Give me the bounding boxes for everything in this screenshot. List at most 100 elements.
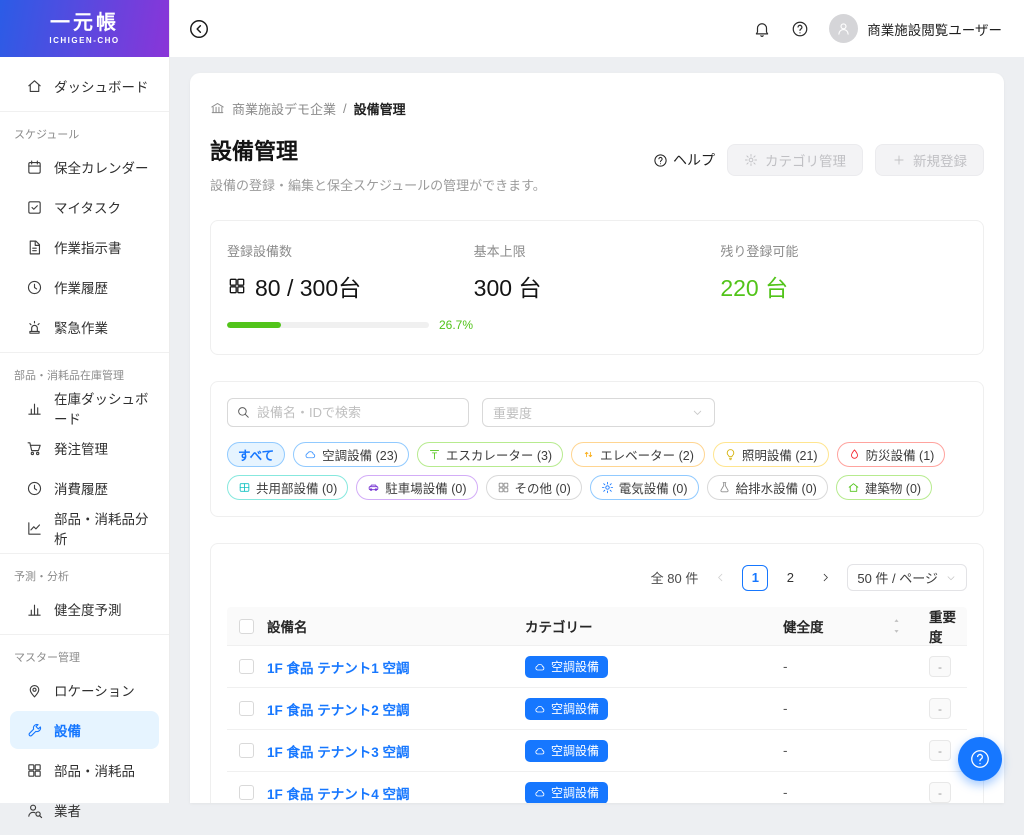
column-importance: 重要度 [915,606,967,646]
prev-page-button[interactable] [707,565,733,591]
app-title: 一元帳 [50,12,119,34]
row-checkbox[interactable] [239,701,254,716]
sidebar-item-equipment[interactable]: 設備 [10,711,159,749]
siren-icon [26,319,43,336]
sidebar-item-parts-analysis[interactable]: 部品・消耗品分析 [10,509,159,547]
app-subtitle: ICHIGEN-CHO [49,36,119,45]
page-size-select[interactable]: 50 件 / ページ [847,564,967,591]
sidebar-item-order-management[interactable]: 発注管理 [10,429,159,467]
row-checkbox[interactable] [239,743,254,758]
equipment-link[interactable]: 1F 食品 テナント1 空調 [267,661,410,676]
sidebar-item-location[interactable]: ロケーション [10,671,159,709]
equipment-table-panel: 全 80 件 12 50 件 / ページ 設備名 カテゴリー 健全度 [210,543,984,803]
breadcrumb-root[interactable]: 商業施設デモ企業 [232,99,336,118]
filter-chip-building[interactable]: 建築物 (0) [836,475,932,500]
row-checkbox[interactable] [239,785,254,800]
sidebar-item-consumption-history[interactable]: 消費履歴 [10,469,159,507]
column-health[interactable]: 健全度 [783,616,915,636]
topbar: 商業施設閲覧ユーザー [170,0,1024,57]
sidebar-item-maintenance-calendar[interactable]: 保全カレンダー [10,148,159,186]
row-checkbox[interactable] [239,659,254,674]
register-new-label: 新規登録 [913,150,967,170]
filter-chip-all[interactable]: すべて [227,442,285,467]
help-label: ヘルプ [673,150,715,170]
sidebar-item-my-tasks[interactable]: マイタスク [10,188,159,226]
health-value: - [783,785,788,800]
sidebar-item-emergency-work[interactable]: 緊急作業 [10,308,159,346]
table-pagination: 全 80 件 12 50 件 / ページ [227,556,967,607]
escalator-icon [428,448,441,461]
category-cell: 空調設備 [525,740,783,762]
equipment-link[interactable]: 1F 食品 テナント2 空調 [267,703,410,718]
cart-icon [26,440,43,457]
equipment-link[interactable]: 1F 食品 テナント3 空調 [267,745,410,760]
sidebar-item-dashboard[interactable]: ダッシュボード [10,67,159,105]
filter-chip-escalator[interactable]: エスカレーター (3) [417,442,563,467]
sidebar-section: ダッシュボード [0,61,169,111]
table-header: 設備名 カテゴリー 健全度 重要度 [227,607,967,645]
sidebar-item-label: 発注管理 [54,438,108,458]
equipment-search-input[interactable] [227,398,469,427]
floating-help-button[interactable] [958,737,1002,781]
help-circle-icon[interactable] [791,20,809,38]
importance-select[interactable]: 重要度 [482,398,715,427]
select-all-checkbox[interactable] [239,619,254,634]
filter-chip-electrical[interactable]: 電気設備 (0) [590,475,699,500]
filter-chip-elevator[interactable]: エレベーター (2) [571,442,705,467]
cloud-icon [534,745,546,757]
sidebar-item-parts-consumables[interactable]: 部品・消耗品 [10,751,159,789]
page-button-2[interactable]: 2 [777,565,803,591]
filter-chip-other[interactable]: その他 (0) [486,475,582,500]
filter-chip-parking[interactable]: 駐車場設備 (0) [356,475,477,500]
user-menu[interactable]: 商業施設閲覧ユーザー [829,14,1002,43]
sidebar-item-inventory-dashboard[interactable]: 在庫ダッシュボード [10,389,159,427]
filter-chip-common-area[interactable]: 共用部設備 (0) [227,475,348,500]
grid-icon [26,762,43,779]
filter-row: 重要度 [227,398,967,427]
sidebar-item-label: マイタスク [54,197,121,217]
filter-chip-label: 空調設備 (23) [322,445,398,464]
stat-remaining: 残り登録可能 220 台 [720,241,967,332]
category-filter-chips: すべて 空調設備 (23) エスカレーター (3) エレベーター (2) 照明設備 (2… [227,442,967,500]
bell-icon[interactable] [753,20,771,38]
search-box [227,398,469,427]
sidebar-section-label: マスター管理 [0,639,169,669]
head-actions: ヘルプ カテゴリ管理 新規登録 [653,144,984,176]
sidebar-item-label: ロケーション [54,680,135,700]
sidebar-section-label: スケジュール [0,116,169,146]
sidebar-item-work-history[interactable]: 作業履歴 [10,268,159,306]
next-page-button[interactable] [812,565,838,591]
importance-cell: - [915,656,967,677]
sidebar-item-vendors[interactable]: 業者 [10,791,159,829]
filter-chip-disaster-prevention[interactable]: 防災設備 (1) [837,442,946,467]
sidebar-item-health-prediction[interactable]: 健全度予測 [10,590,159,628]
house-icon [847,481,860,494]
help-link[interactable]: ヘルプ [653,150,715,170]
elevator-icon [582,448,595,461]
category-manage-button[interactable]: カテゴリ管理 [727,144,863,176]
search-icon [236,405,250,419]
page-button-1[interactable]: 1 [742,565,768,591]
filter-chip-hvac[interactable]: 空調設備 (23) [293,442,409,467]
equipment-link[interactable]: 1F 食品 テナント4 空調 [267,787,410,802]
cloud-icon [304,448,317,461]
importance-cell: - [915,698,967,719]
category-badge: 空調設備 [525,782,608,804]
plus-icon [892,153,906,167]
sort-icons[interactable] [892,617,901,635]
clock-icon [26,480,43,497]
filter-chip-lighting[interactable]: 照明設備 (21) [713,442,829,467]
filter-chip-plumbing[interactable]: 給排水設備 (0) [707,475,828,500]
health-cell: - [783,659,915,674]
sidebar-item-label: ダッシュボード [54,76,149,96]
calendar-icon [26,159,43,176]
sidebar-item-work-orders[interactable]: 作業指示書 [10,228,159,266]
breadcrumb-current: 設備管理 [354,99,406,118]
user-search-icon [26,802,43,819]
category-badge: 空調設備 [525,740,608,762]
droplet-icon [848,448,861,461]
register-new-button[interactable]: 新規登録 [875,144,984,176]
back-icon[interactable] [188,18,210,40]
filter-chip-label: エレベーター (2) [600,445,694,464]
home-icon [26,78,43,95]
